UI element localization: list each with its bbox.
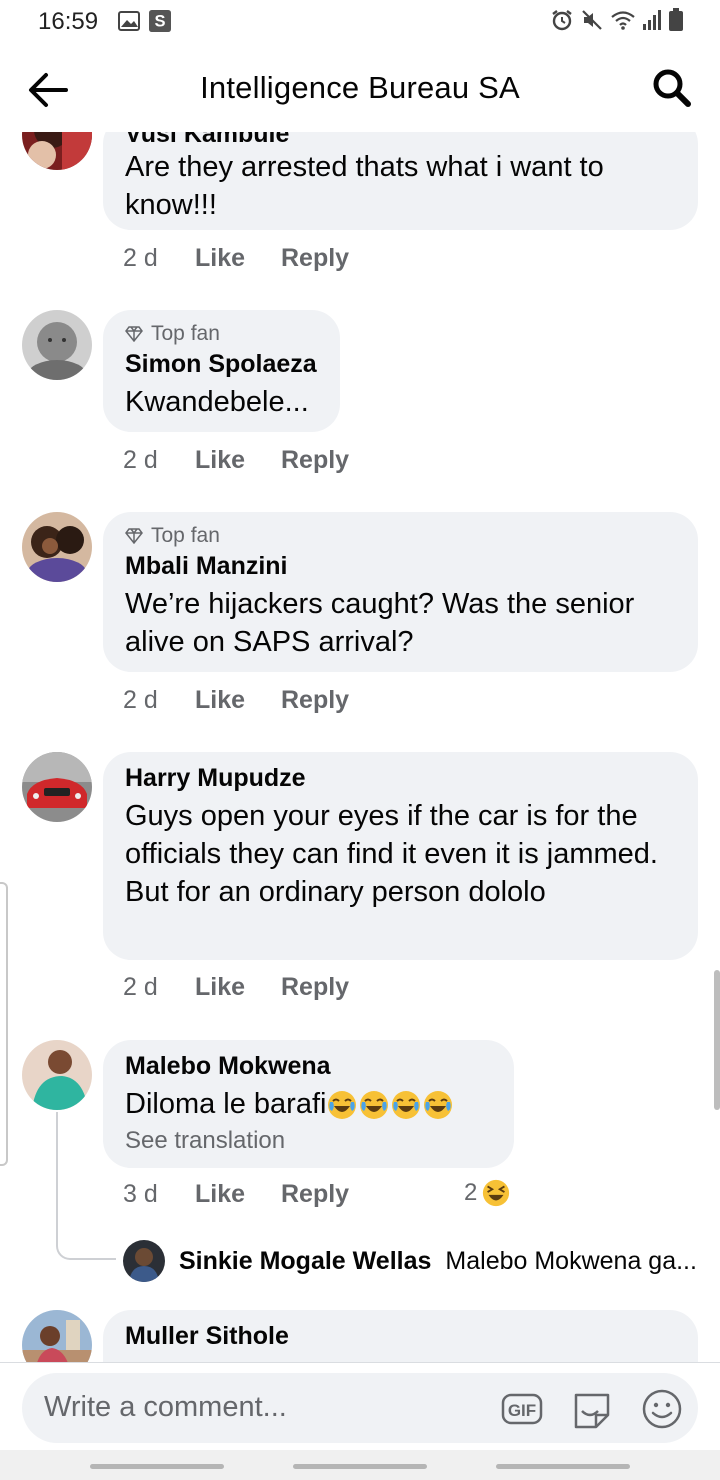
like-button[interactable]: Like [195,973,281,1002]
diamond-icon [125,326,143,342]
search-icon[interactable] [652,68,692,108]
gallery-icon [118,11,140,31]
top-fan-badge: Top fan [125,322,318,346]
like-button[interactable]: Like [195,244,281,273]
sticker-icon[interactable] [570,1387,614,1431]
comment-text: Guys open your eyes if the car is for th… [125,800,658,908]
wifi-icon [611,11,635,30]
comment-text: We’re hijackers caught? Was the senior a… [125,588,635,658]
diamond-icon [125,528,143,544]
alarm-icon [552,10,572,31]
reply-preview[interactable]: Sinkie Mogale Wellas Malebo Mokwena ga..… [123,1240,697,1282]
avatar[interactable] [22,752,92,822]
status-time: 16:59 [38,8,99,35]
avatar[interactable] [22,310,92,380]
comment-time: 3 d [123,1180,158,1208]
svg-text:GIF: GIF [508,1401,536,1420]
avatar[interactable] [123,1240,165,1282]
reply-text: Malebo Mokwena ga... [445,1246,697,1275]
battery-icon [669,8,683,31]
comment-actions: 2 d Like Reply [123,446,349,475]
commenter-name[interactable]: Harry Mupudze [125,764,676,793]
avatar[interactable] [22,512,92,582]
comment-bubble[interactable]: Top fan Simon Spolaeza Kwandebele... [103,310,340,432]
comment-actions: 2 d Like Reply [123,973,349,1002]
avatar[interactable] [22,132,92,170]
scrollbar[interactable] [714,970,720,1110]
comment-placeholder: Write a comment... [44,1391,287,1423]
comment-text: Diloma le barafi [125,1085,492,1123]
comment-input[interactable]: Write a comment... GIF [22,1373,698,1443]
like-button[interactable]: Like [195,686,281,715]
commenter-name[interactable]: Malebo Mokwena [125,1052,492,1081]
reply-button[interactable]: Reply [281,973,349,1002]
avatar[interactable] [22,1310,92,1362]
commenter-name[interactable]: Vusi Kambule [125,132,676,144]
svg-text:S: S [154,13,165,31]
reaction-count: 2 [464,1179,478,1206]
s-notification-icon: S [149,10,171,32]
comment-actions: 2 d Like Reply [123,244,349,273]
reply-thread-line [56,1112,116,1260]
signal-icon [643,10,661,30]
reaction-summary[interactable]: 2 [464,1178,511,1208]
comment-bubble[interactable]: Top fan Mbali Manzini We’re hijackers ca… [103,512,698,672]
comment-time: 2 d [123,244,158,272]
system-nav-bar [0,1450,720,1480]
nav-recents[interactable] [90,1464,224,1469]
nav-back[interactable] [496,1464,630,1469]
status-icons [550,8,684,32]
comment-composer-bar: Write a comment... GIF [0,1362,720,1450]
tears-of-joy-emoji-icon [360,1091,389,1120]
avatar[interactable] [22,1040,92,1110]
reply-button[interactable]: Reply [281,1180,349,1209]
like-button[interactable]: Like [195,446,281,475]
tears-of-joy-emoji-icon [328,1091,357,1120]
nav-home[interactable] [293,1464,427,1469]
see-translation-link[interactable]: See translation [125,1127,492,1155]
app-header: Intelligence Bureau SA [0,52,720,126]
commenter-name[interactable]: Mbali Manzini [125,552,676,581]
emoji-icon[interactable] [640,1387,684,1431]
reply-button[interactable]: Reply [281,244,349,273]
page-title: Intelligence Bureau SA [200,70,520,105]
gif-icon[interactable]: GIF [500,1387,544,1431]
reply-button[interactable]: Reply [281,446,349,475]
comment-bubble[interactable]: Vusi Kambule Are they arrested thats wha… [103,132,698,230]
mute-icon [582,10,602,30]
comment-actions: 3 d Like Reply [123,1180,349,1209]
top-fan-badge: Top fan [125,524,676,548]
comment-time: 2 d [123,973,158,1001]
comment-text: Are they arrested thats what i want to k… [125,151,604,221]
comment-time: 2 d [123,686,158,714]
comment-bubble[interactable]: Muller Sithole [103,1310,698,1362]
reply-button[interactable]: Reply [281,686,349,715]
comment-time: 2 d [123,446,158,474]
tears-of-joy-emoji-icon [392,1091,421,1120]
like-button[interactable]: Like [195,1180,281,1209]
comment-bubble[interactable]: Harry Mupudze Guys open your eyes if the… [103,752,698,960]
comment-bubble[interactable]: Malebo Mokwena Diloma le barafi See tran… [103,1040,514,1168]
laughing-emoji-icon [483,1179,510,1207]
comments-feed[interactable]: Vusi Kambule Are they arrested thats wha… [0,132,720,1362]
reply-author-name[interactable]: Sinkie Mogale Wellas [179,1247,431,1276]
commenter-name[interactable]: Simon Spolaeza [125,350,318,379]
comment-text: Kwandebele... [125,386,309,418]
edge-panel-handle[interactable] [0,882,8,1166]
status-bar: 16:59 S [0,0,720,44]
tears-of-joy-emoji-icon [424,1091,453,1120]
comment-actions: 2 d Like Reply [123,686,349,715]
commenter-name[interactable]: Muller Sithole [125,1322,676,1351]
